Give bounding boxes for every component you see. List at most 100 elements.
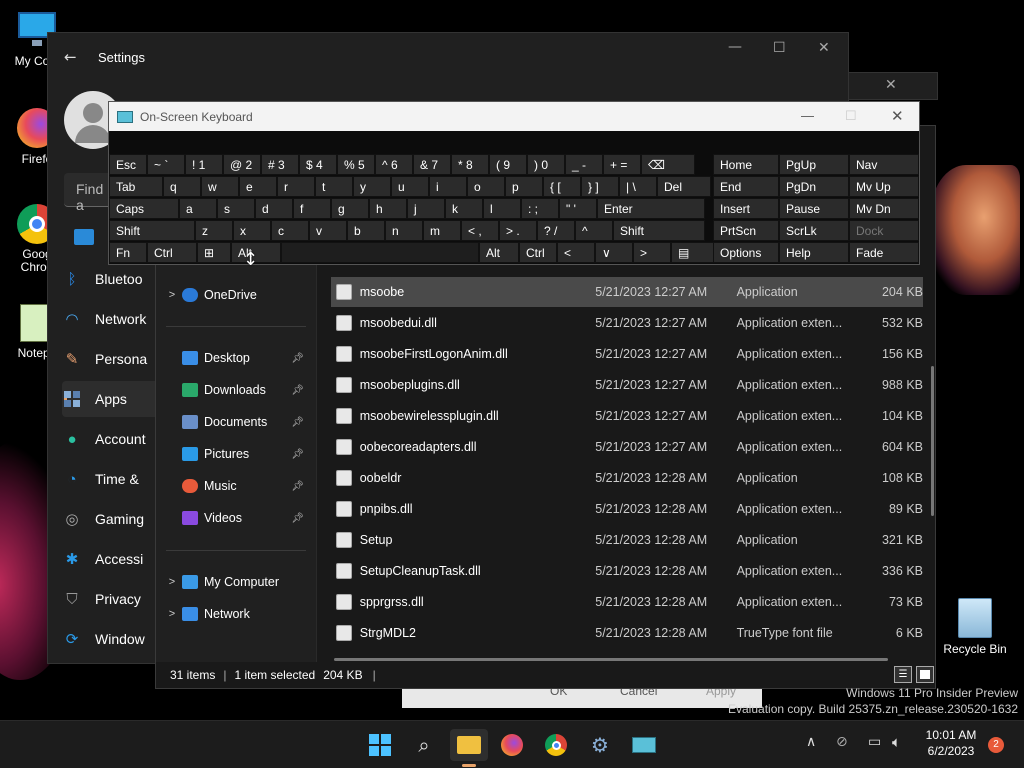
table-row[interactable]: msoobedui.dll 5/21/2023 12:27 AM Applicati… bbox=[331, 308, 923, 338]
minimize-button[interactable]: — bbox=[728, 39, 742, 55]
osk-key[interactable]: } ] bbox=[581, 176, 619, 197]
tree-item-my-computer[interactable]: > My Computer bbox=[162, 568, 279, 596]
osk-key[interactable]: { [ bbox=[543, 176, 581, 197]
osk-key[interactable]: Esc bbox=[109, 154, 147, 175]
tiles-view-icon[interactable] bbox=[916, 666, 934, 683]
osk-key[interactable]: ⌫ bbox=[641, 154, 695, 175]
osk-key[interactable]: ? / bbox=[537, 220, 575, 241]
vertical-scrollbar[interactable] bbox=[931, 366, 934, 516]
close-button[interactable]: ✕ bbox=[891, 107, 904, 125]
tree-item-downloads[interactable]: Downloads 📌︎ bbox=[162, 376, 310, 404]
osk-key[interactable]: < bbox=[557, 242, 595, 263]
osk-nav-key[interactable]: Dock bbox=[849, 220, 919, 241]
table-row[interactable]: oobeldr 5/21/2023 12:28 AM Application 108 … bbox=[331, 463, 923, 493]
osk-key[interactable]: e bbox=[239, 176, 277, 197]
osk-key[interactable]: c bbox=[271, 220, 309, 241]
osk-key[interactable]: w bbox=[201, 176, 239, 197]
osk-nav-key[interactable]: ScrLk bbox=[779, 220, 849, 241]
osk-nav-key[interactable]: Mv Up bbox=[849, 176, 919, 197]
tree-item-onedrive[interactable]: > OneDrive bbox=[162, 281, 257, 309]
osk-key[interactable]: h bbox=[369, 198, 407, 219]
osk-key[interactable]: : ; bbox=[521, 198, 559, 219]
osk-key[interactable]: @ 2 bbox=[223, 154, 261, 175]
table-row[interactable]: pnpibs.dll 5/21/2023 12:28 AM Application … bbox=[331, 494, 923, 524]
osk-key[interactable]: Ctrl bbox=[147, 242, 197, 263]
minimize-button[interactable]: — bbox=[801, 108, 814, 123]
close-icon[interactable]: ✕ bbox=[885, 77, 897, 93]
osk-key[interactable]: ∨ bbox=[595, 242, 633, 263]
osk-key[interactable]: Enter bbox=[597, 198, 705, 219]
osk-key[interactable]: ) 0 bbox=[527, 154, 565, 175]
osk-key[interactable]: f bbox=[293, 198, 331, 219]
osk-nav-key[interactable]: Insert bbox=[713, 198, 779, 219]
settings-taskbar-button[interactable]: ⚙ bbox=[584, 729, 616, 761]
search-button[interactable]: ⌕ bbox=[408, 729, 440, 761]
maximize-button[interactable]: ☐ bbox=[773, 40, 786, 56]
tree-item-documents[interactable]: Documents 📌︎ bbox=[162, 408, 310, 436]
osk-key[interactable]: Del bbox=[657, 176, 711, 197]
table-row[interactable]: StrgMDL2 5/21/2023 12:28 AM TrueType font … bbox=[331, 618, 923, 648]
osk-key[interactable]: % 5 bbox=[337, 154, 375, 175]
table-row[interactable]: msoobe 5/21/2023 12:27 AM Application 204 K… bbox=[331, 277, 923, 307]
horizontal-scrollbar[interactable] bbox=[334, 658, 888, 661]
osk-key[interactable]: < , bbox=[461, 220, 499, 241]
table-row[interactable]: spprgrss.dll 5/21/2023 12:28 AM Applicatio… bbox=[331, 587, 923, 617]
display-icon[interactable]: ▭ bbox=[868, 734, 881, 750]
osk-key[interactable]: ▤ bbox=[671, 242, 719, 263]
file-explorer-taskbar-button[interactable] bbox=[450, 729, 488, 767]
osk-nav-key[interactable]: PgDn bbox=[779, 176, 849, 197]
clock[interactable]: 10:01 AM 6/2/2023 bbox=[916, 727, 986, 759]
tree-item-videos[interactable]: Videos 📌︎ bbox=[162, 504, 310, 532]
firefox-taskbar-button[interactable] bbox=[496, 729, 528, 761]
start-button[interactable] bbox=[364, 729, 396, 761]
osk-key[interactable]: d bbox=[255, 198, 293, 219]
osk-key[interactable]: " ' bbox=[559, 198, 597, 219]
osk-key[interactable]: * 8 bbox=[451, 154, 489, 175]
osk-key[interactable] bbox=[281, 242, 479, 263]
table-row[interactable]: oobecoreadapters.dll 5/21/2023 12:27 AM Ap… bbox=[331, 432, 923, 462]
osk-key[interactable]: u bbox=[391, 176, 429, 197]
osk-key[interactable]: m bbox=[423, 220, 461, 241]
osk-key[interactable]: ! 1 bbox=[185, 154, 223, 175]
osk-key[interactable]: & 7 bbox=[413, 154, 451, 175]
volume-icon[interactable]: 🔈︎ bbox=[892, 733, 901, 751]
osk-taskbar-button[interactable] bbox=[628, 729, 660, 761]
close-button[interactable]: ✕ bbox=[818, 40, 830, 56]
osk-key[interactable]: ^ bbox=[575, 220, 613, 241]
osk-key[interactable]: t bbox=[315, 176, 353, 197]
osk-key[interactable]: v bbox=[309, 220, 347, 241]
osk-nav-key[interactable]: Home bbox=[713, 154, 779, 175]
osk-key[interactable]: s bbox=[217, 198, 255, 219]
chevron-up-icon[interactable]: ∧ bbox=[806, 734, 816, 750]
chrome-taskbar-button[interactable] bbox=[540, 729, 572, 761]
table-row[interactable]: Setup 5/21/2023 12:28 AM Application 321 KB bbox=[331, 525, 923, 555]
osk-key[interactable]: g bbox=[331, 198, 369, 219]
desktop-icon-recycle-bin[interactable]: Recycle Bin bbox=[942, 598, 1008, 656]
osk-key[interactable]: Shift bbox=[613, 220, 705, 241]
osk-key[interactable]: j bbox=[407, 198, 445, 219]
chevron-right-icon[interactable]: > bbox=[162, 608, 182, 620]
back-arrow-icon[interactable]: ← bbox=[64, 48, 77, 66]
tree-item-network[interactable]: > Network bbox=[162, 600, 250, 628]
osk-key[interactable]: > . bbox=[499, 220, 537, 241]
osk-nav-key[interactable]: Nav bbox=[849, 154, 919, 175]
osk-nav-key[interactable]: Help bbox=[779, 242, 849, 263]
osk-nav-key[interactable]: Options bbox=[713, 242, 779, 263]
osk-key[interactable]: p bbox=[505, 176, 543, 197]
tree-item-music[interactable]: Music 📌︎ bbox=[162, 472, 310, 500]
osk-key[interactable]: Caps bbox=[109, 198, 179, 219]
osk-nav-key[interactable]: Fade bbox=[849, 242, 919, 263]
osk-key[interactable]: # 3 bbox=[261, 154, 299, 175]
osk-key[interactable]: n bbox=[385, 220, 423, 241]
network-status-icon[interactable]: ⊘ bbox=[836, 734, 848, 750]
table-row[interactable]: msoobewirelessplugin.dll 5/21/2023 12:27 … bbox=[331, 401, 923, 431]
osk-key[interactable]: Ctrl bbox=[519, 242, 557, 263]
chevron-right-icon[interactable]: > bbox=[162, 576, 182, 588]
osk-key[interactable]: a bbox=[179, 198, 217, 219]
osk-nav-key[interactable]: End bbox=[713, 176, 779, 197]
osk-key[interactable]: Shift bbox=[109, 220, 195, 241]
osk-key[interactable]: q bbox=[163, 176, 201, 197]
osk-key[interactable]: ~ ` bbox=[147, 154, 185, 175]
table-row[interactable]: msoobeplugins.dll 5/21/2023 12:27 AM Appli… bbox=[331, 370, 923, 400]
osk-key[interactable]: ( 9 bbox=[489, 154, 527, 175]
